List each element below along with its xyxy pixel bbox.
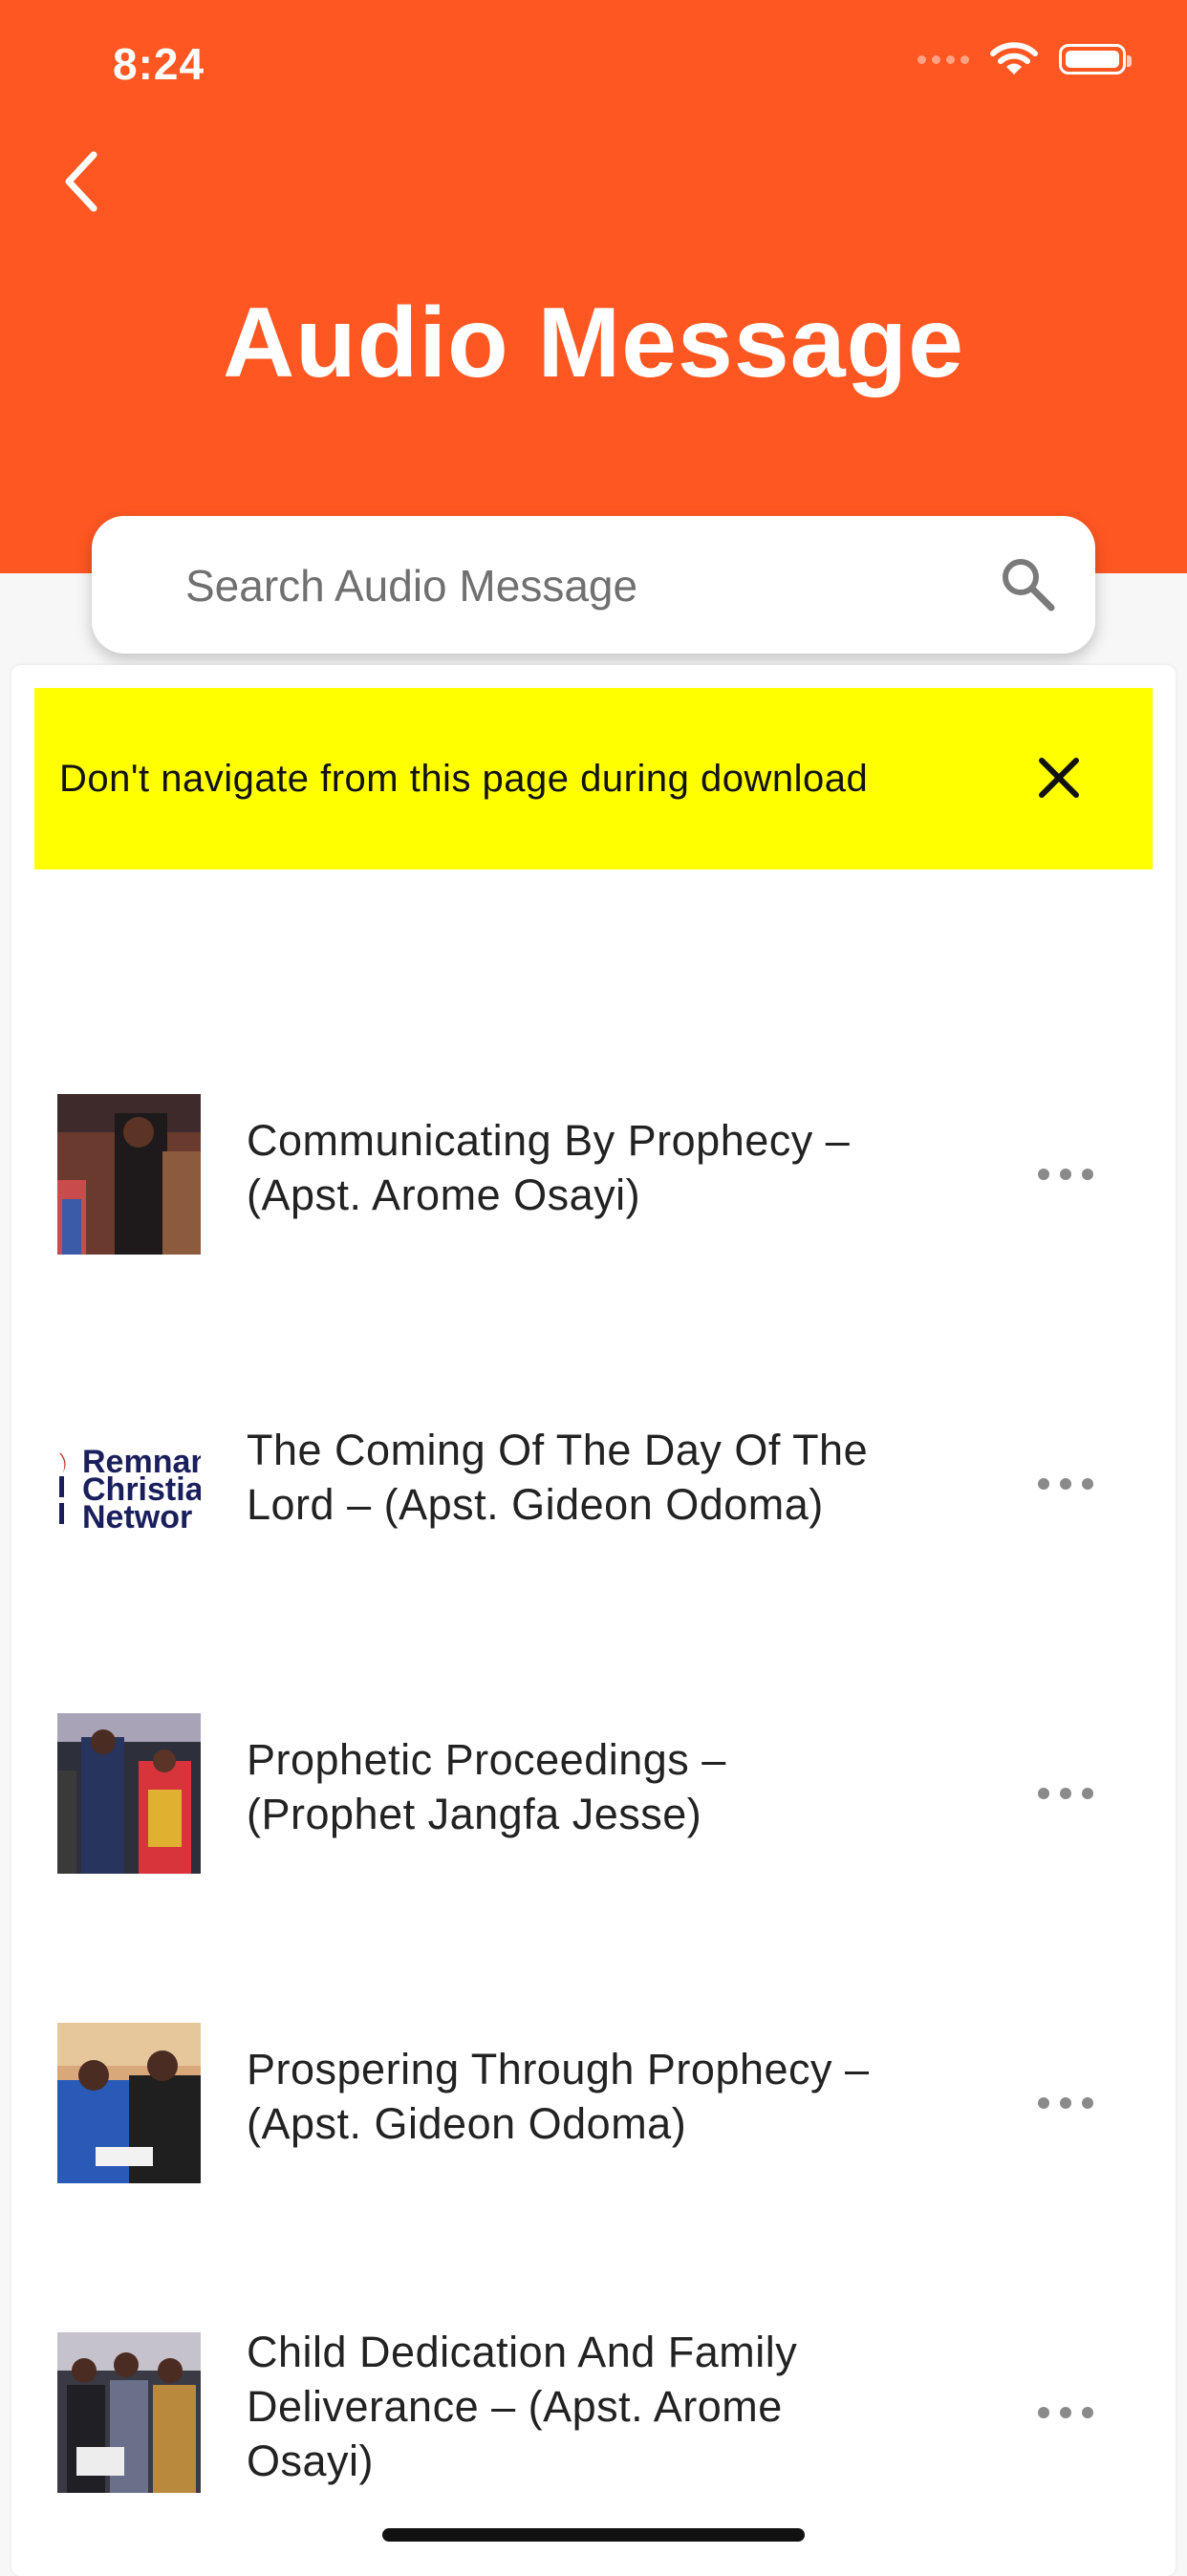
back-chevron-icon[interactable]: [54, 143, 111, 220]
status-icons: [917, 42, 1132, 76]
page-title: Audio Message: [223, 288, 964, 398]
more-options-icon[interactable]: [1032, 1465, 1099, 1503]
wifi-icon: [990, 42, 1038, 75]
audio-thumbnail: [57, 2332, 201, 2493]
audio-thumbnail: [57, 1713, 201, 1874]
more-options-icon[interactable]: [1032, 1155, 1099, 1193]
svg-text:Networ: Networ: [82, 1499, 192, 1535]
search-icon[interactable]: [998, 554, 1057, 613]
audio-list-card: [11, 665, 1176, 2576]
home-indicator: [382, 2528, 805, 2542]
audio-title: Prospering Through Prophecy – (Apst. Gid…: [247, 2045, 870, 2148]
audio-thumbnail: [57, 1094, 201, 1255]
more-options-icon[interactable]: [1032, 2394, 1099, 2432]
signal-icon: [917, 54, 969, 64]
close-icon[interactable]: [1032, 751, 1086, 805]
audio-title: The Coming Of The Day Of The Lord – (Aps…: [247, 1426, 869, 1529]
audio-title: Prophetic Proceedings – (Prophet Jangfa …: [247, 1735, 726, 1838]
download-warning-banner: Don't navigate from this page during dow…: [34, 688, 1153, 869]
more-options-icon[interactable]: [1032, 2084, 1099, 2122]
search-input[interactable]: [183, 516, 971, 655]
battery-icon: [1059, 44, 1132, 75]
app-header: 8:24 Audio Message: [0, 0, 1187, 573]
banner-text: Don't navigate from this page during dow…: [59, 757, 869, 800]
audio-thumbnail: [57, 2023, 201, 2183]
audio-title: Communicating By Prophecy – (Apst. Arome…: [247, 1116, 851, 1219]
search-bar: [92, 516, 1095, 655]
status-time: 8:24: [113, 39, 205, 89]
audio-thumbnail-logo: Remnan Christia Networ: [57, 1404, 201, 1564]
more-options-icon[interactable]: [1032, 1774, 1099, 1813]
audio-title: Child Dedication And Family Deliverance …: [247, 2328, 798, 2485]
